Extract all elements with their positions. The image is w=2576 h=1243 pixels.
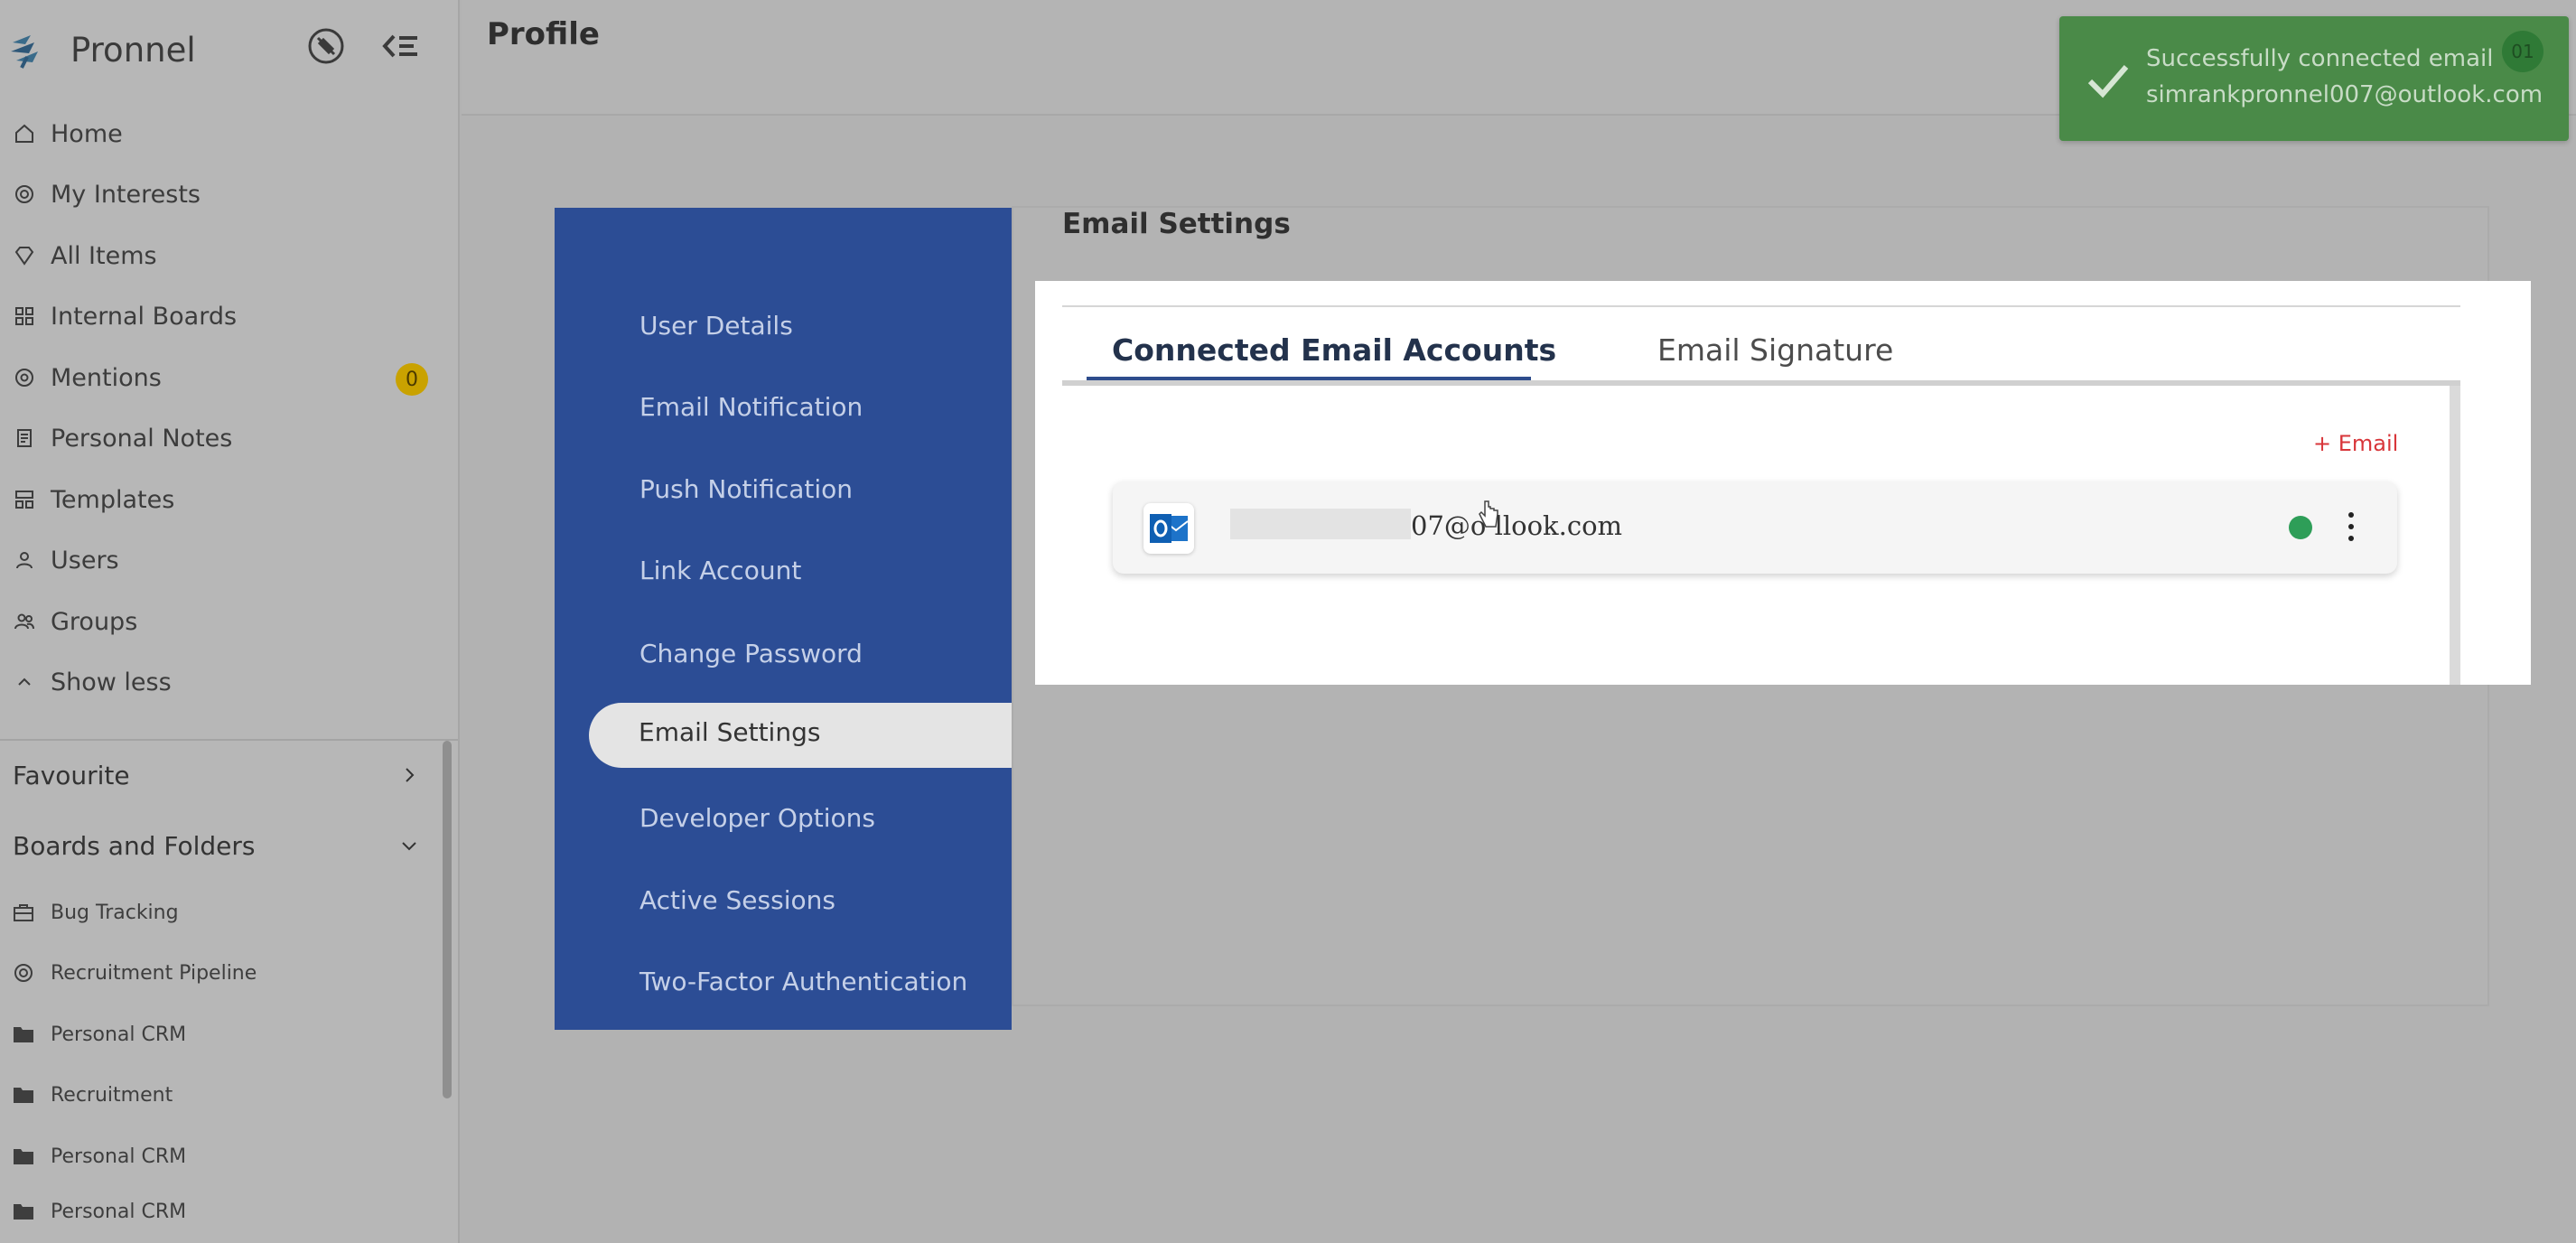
- profile-menu-link-account[interactable]: Link Account: [639, 552, 801, 588]
- chevron-down-icon: [402, 842, 416, 851]
- add-email-button[interactable]: + Email: [2313, 431, 2398, 456]
- tab-email-signature[interactable]: Email Signature: [1657, 332, 1893, 368]
- mentions-count-badge: 0: [396, 363, 428, 396]
- folder-icon: [14, 1204, 33, 1220]
- at-icon: [13, 366, 36, 389]
- user-icon: [13, 548, 36, 572]
- sidebar-item-mentions[interactable]: Mentions 0: [13, 356, 437, 399]
- panel-scrollbar[interactable]: [2450, 386, 2460, 685]
- tabs-divider: [1062, 380, 2460, 386]
- briefcase-icon: [14, 904, 33, 921]
- section-label: Boards and Folders: [13, 830, 256, 861]
- success-toast[interactable]: Successfully connected email simrankpron…: [2059, 16, 2569, 141]
- profile-menu-active-label: Email Settings: [639, 717, 821, 747]
- avatar[interactable]: 01: [2502, 31, 2543, 72]
- sidebar-item-label: Groups: [51, 607, 138, 636]
- board-label: Personal CRM: [51, 1200, 187, 1223]
- connected-status-dot: [2289, 516, 2312, 539]
- profile-menu-user-details[interactable]: User Details: [639, 307, 793, 343]
- panel-top-rule: [1062, 305, 2460, 307]
- profile-menu-developer-options[interactable]: Developer Options: [639, 799, 875, 836]
- brand-name: Pronnel: [70, 30, 196, 70]
- sidebar-section-boards-and-folders[interactable]: Boards and Folders: [13, 824, 419, 867]
- board-label: Personal CRM: [51, 1023, 187, 1046]
- profile-menu-two-factor-authentication[interactable]: Two-Factor Authentication: [639, 963, 967, 999]
- email-accounts-panel: Connected Email Accounts Email Signature…: [1035, 281, 2531, 685]
- sidebar-item-label: Templates: [51, 485, 175, 514]
- board-item[interactable]: Bug Tracking: [13, 894, 179, 930]
- sidebar-item-all-items[interactable]: All Items: [13, 234, 437, 277]
- profile-menu-active-sessions[interactable]: Active Sessions: [639, 882, 835, 918]
- account-email: 07@o llook.com: [1411, 510, 1623, 541]
- sidebar-item-label: Show less: [51, 668, 172, 696]
- more-options-icon[interactable]: [2345, 509, 2357, 545]
- gem-icon: [13, 244, 36, 267]
- sidebar-item-groups[interactable]: Groups: [13, 600, 437, 643]
- sidebar-section-favourite[interactable]: Favourite: [13, 753, 419, 797]
- grid-icon: [13, 304, 36, 328]
- notes-icon: [13, 426, 36, 450]
- board-item[interactable]: Recruitment: [13, 1077, 173, 1113]
- target-icon: [13, 182, 36, 206]
- tab-connected-email-accounts[interactable]: Connected Email Accounts: [1112, 332, 1556, 368]
- sidebar-item-users[interactable]: Users: [13, 538, 437, 582]
- sidebar-scrollbar[interactable]: [443, 741, 452, 1098]
- sidebar-item-label: Home: [51, 119, 123, 148]
- unpin-icon[interactable]: [305, 25, 347, 67]
- sidebar-item-my-interests[interactable]: My Interests: [13, 173, 437, 216]
- board-label: Personal CRM: [51, 1145, 187, 1168]
- home-icon: [13, 122, 36, 145]
- sidebar-item-templates[interactable]: Templates: [13, 478, 437, 521]
- board-item[interactable]: Personal CRM: [13, 1016, 186, 1052]
- page-title: Profile: [487, 16, 600, 52]
- board-label: Bug Tracking: [51, 901, 179, 924]
- collapse-sidebar-icon[interactable]: [379, 25, 421, 67]
- sidebar-item-label: Mentions: [51, 363, 162, 392]
- sidebar-item-label: Users: [51, 546, 119, 575]
- chevron-up-icon: [13, 670, 36, 694]
- profile-menu: User Details Email Notification Push Not…: [555, 208, 1012, 1030]
- brand[interactable]: Pronnel: [7, 27, 196, 72]
- folder-icon: [14, 1149, 33, 1164]
- email-account-row[interactable]: 07@o llook.com: [1113, 481, 2397, 574]
- sidebar-item-personal-notes[interactable]: Personal Notes: [13, 416, 437, 460]
- target-icon: [14, 964, 33, 982]
- sidebar-item-label: My Interests: [51, 180, 201, 209]
- email-settings-title: Email Settings: [1062, 208, 1291, 240]
- sidebar-item-home[interactable]: Home: [13, 112, 437, 155]
- board-item[interactable]: Personal CRM: [13, 1138, 186, 1174]
- chevron-right-icon: [406, 768, 415, 782]
- sidebar-divider: [0, 739, 458, 741]
- sidebar-item-label: Personal Notes: [51, 424, 233, 453]
- folder-icon: [14, 1027, 33, 1042]
- profile-menu-push-notification[interactable]: Push Notification: [639, 471, 853, 507]
- pronnel-logo-icon: [11, 35, 38, 69]
- template-icon: [13, 488, 36, 511]
- toast-email: simrankpronnel007@outlook.com: [2146, 81, 2543, 108]
- outlook-icon: [1143, 503, 1194, 554]
- users-icon: [13, 610, 36, 633]
- profile-menu-change-password[interactable]: Change Password: [639, 635, 863, 671]
- sidebar: Pronnel Home My Interests All Items Inte…: [0, 0, 460, 1243]
- board-item[interactable]: Personal CRM: [13, 1198, 186, 1225]
- toast-message: Successfully connected email: [2146, 45, 2494, 72]
- sidebar-item-internal-boards[interactable]: Internal Boards: [13, 294, 437, 338]
- board-item[interactable]: Recruitment Pipeline: [13, 955, 257, 991]
- section-label: Favourite: [13, 760, 130, 790]
- sidebar-item-label: Internal Boards: [51, 302, 238, 331]
- board-label: Recruitment Pipeline: [51, 961, 257, 985]
- hand-cursor-icon: [1479, 500, 1498, 528]
- folder-icon: [14, 1088, 33, 1103]
- sidebar-item-label: All Items: [51, 241, 157, 270]
- profile-menu-email-notification[interactable]: Email Notification: [639, 388, 863, 425]
- check-icon: [2087, 65, 2129, 98]
- sidebar-item-show-less[interactable]: Show less: [13, 660, 437, 704]
- redacted-email-prefix: [1230, 509, 1411, 539]
- board-label: Recruitment: [51, 1083, 173, 1107]
